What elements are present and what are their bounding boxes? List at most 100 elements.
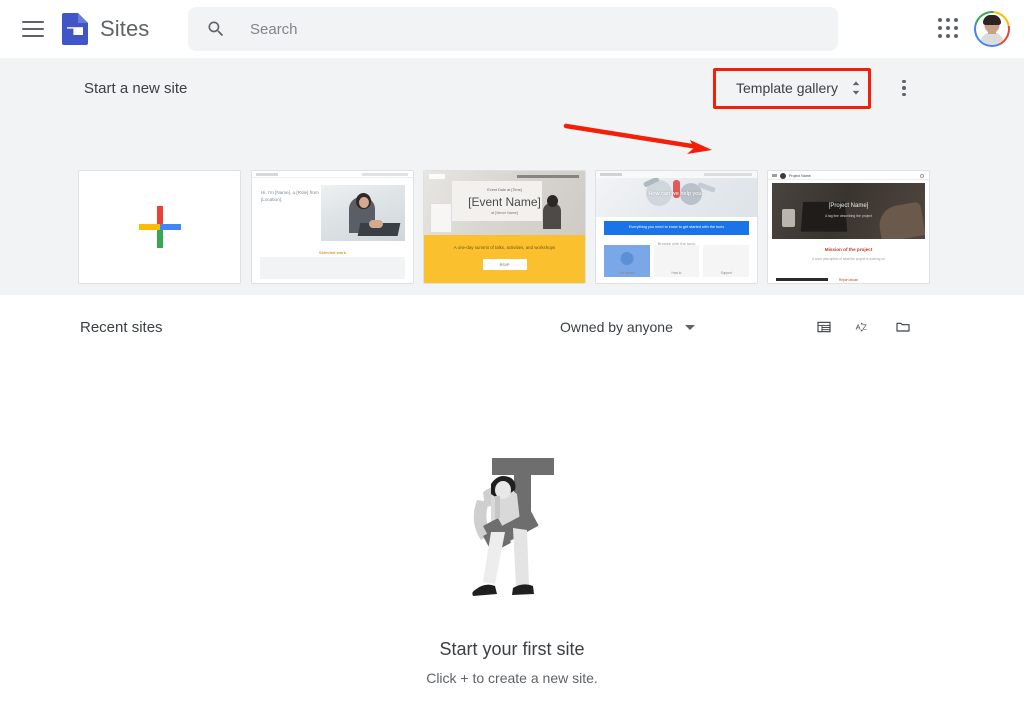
search-icon	[208, 21, 224, 37]
helpcenter-card-label: Get started	[618, 271, 635, 275]
helpcenter-preview-cards: Get started How to Support	[604, 245, 750, 277]
helpcenter-card: Support	[703, 245, 750, 277]
kebab-dot	[902, 92, 906, 97]
project-preview-mission: Mission of the project	[824, 247, 873, 252]
kebab-dot	[902, 86, 906, 90]
portfolio-preview-navbar	[252, 171, 413, 178]
list-view-icon[interactable]	[810, 313, 838, 341]
helpcenter-preview-question: How can we help you?	[648, 191, 705, 197]
start-new-site-section: Start a new site Template gallery Hi, I'…	[0, 58, 1024, 319]
apps-dot	[954, 34, 959, 39]
helpcenter-preview-logo	[600, 173, 622, 176]
project-preview-logo	[780, 173, 786, 179]
up-down-chevron-icon	[852, 81, 860, 95]
event-banner-text: A one-day summit of talks, activities, a…	[453, 245, 556, 250]
template-thumbnail[interactable]: How can we help you? Everything you need…	[595, 170, 758, 284]
helpcenter-card-label: How to	[671, 271, 682, 275]
project-preview-footer-bar	[776, 278, 828, 281]
apps-dot	[946, 26, 951, 31]
google-sites-home-page: Sites Start a new site Template ga	[0, 0, 1024, 728]
portfolio-person-face	[359, 197, 369, 208]
event-easel	[430, 203, 452, 233]
hamburger-line	[22, 35, 44, 37]
event-preview-nav	[517, 175, 579, 178]
template-thumbnail[interactable]: Hi, I'm [Name], a [Role] from [Location]…	[251, 170, 414, 284]
template-thumbnail[interactable]: Project Name [Project Name] A tag line d…	[767, 170, 930, 284]
plus-icon	[138, 206, 181, 248]
more-vertical-icon[interactable]	[888, 72, 920, 104]
project-preview-nav-title: Project Name	[789, 173, 811, 178]
apps-dot	[938, 34, 942, 39]
event-preview-logo	[429, 174, 445, 179]
avatar[interactable]	[974, 11, 1010, 47]
portfolio-preview-headline: Hi, I'm [Name], a [Role] from [Location]…	[261, 190, 319, 202]
project-arm	[876, 201, 925, 239]
recent-sites-header: Recent sites Owned by anyone A Z	[0, 295, 1024, 357]
event-preview-location: at [Venue Name]	[491, 211, 518, 215]
helpcenter-banner-text: Everything you need to know to get start…	[628, 225, 725, 229]
helpcenter-card-icon	[620, 252, 634, 265]
apps-dot	[946, 34, 951, 39]
avatar-hair	[983, 15, 1001, 25]
project-preview-menu-icon	[772, 174, 777, 177]
portfolio-preview-subtitle: Selected work	[319, 250, 346, 255]
helpcenter-card-label: Support	[720, 271, 732, 275]
sort-az-glyph: A Z	[856, 322, 867, 332]
helpcenter-preview-banner: Everything you need to know to get start…	[604, 221, 749, 235]
red-arrow-icon	[563, 123, 712, 154]
empty-state-title: Start your first site	[439, 639, 585, 659]
event-preview-title: [Event Name]	[468, 195, 541, 209]
project-preview-footer: Report abuse	[838, 277, 859, 282]
apps-dot	[954, 18, 959, 22]
project-preview-subtitle: A tag line describing the project	[824, 214, 873, 218]
helpcenter-preview-hero: How can we help you?	[596, 171, 757, 217]
svg-text:Z: Z	[862, 323, 867, 332]
template-gallery-button[interactable]: Template gallery	[722, 72, 874, 104]
hamburger-menu-icon[interactable]	[22, 21, 44, 37]
apps-dot	[938, 18, 942, 22]
section-title: Start a new site	[84, 80, 188, 97]
search-input[interactable]	[248, 19, 808, 39]
helpcenter-preview-navbar	[596, 171, 757, 178]
project-preview-body: A short description of what the project …	[812, 257, 885, 261]
portfolio-preview-photo	[321, 185, 405, 241]
svg-text:A: A	[856, 323, 861, 332]
kebab-dot	[902, 79, 906, 84]
sort-az-icon[interactable]: A Z	[849, 313, 877, 341]
event-preview-banner: A one-day summit of talks, activities, a…	[424, 235, 585, 283]
project-cup	[782, 209, 795, 227]
template-list: Blank Hi, I'm [Name], a [Role] from [Loc…	[0, 170, 1024, 319]
chevron-down-icon	[684, 324, 695, 330]
portfolio-preview-logo	[256, 173, 278, 176]
folder-glyph	[896, 322, 910, 332]
event-preview-date: Event Date at [Time]	[487, 188, 522, 192]
brand[interactable]: Sites	[62, 13, 149, 45]
project-preview-title: [Project Name]	[828, 203, 869, 209]
event-speaker-head	[547, 195, 558, 207]
helpcenter-preview-nav	[704, 173, 752, 176]
apps-dot	[946, 18, 951, 22]
person-carrying-letter-t-illustration	[472, 458, 554, 596]
helpcenter-card: How to	[653, 245, 700, 277]
project-preview-photo: [Project Name] A tag line describing the…	[772, 183, 925, 239]
apps-dot	[954, 26, 959, 31]
event-preview-photo: Event Date at [Time] [Event Name] at [Ve…	[424, 171, 585, 237]
template-thumbnail[interactable]	[78, 170, 241, 284]
portfolio-hand	[369, 220, 383, 228]
top-app-bar: Sites	[0, 0, 1024, 58]
portfolio-preview-blocks	[260, 257, 405, 279]
folder-icon[interactable]	[889, 313, 917, 341]
avatar-image	[976, 13, 1008, 45]
portfolio-preview-nav	[362, 173, 408, 176]
template-gallery-label: Template gallery	[736, 80, 838, 96]
search-bar[interactable]	[188, 7, 838, 51]
recent-sites-title: Recent sites	[80, 319, 163, 336]
owner-filter-label: Owned by anyone	[560, 319, 673, 335]
owner-filter-dropdown[interactable]: Owned by anyone	[552, 312, 703, 342]
event-rsvp-button: RSVP	[482, 259, 527, 270]
project-preview-search-icon	[920, 174, 924, 178]
template-thumbnail[interactable]: Event Date at [Time] [Event Name] at [Ve…	[423, 170, 586, 284]
list-view-glyph	[817, 321, 831, 333]
empty-state-subtitle: Click + to create a new site.	[426, 670, 598, 686]
google-apps-grid-icon[interactable]	[938, 18, 960, 40]
